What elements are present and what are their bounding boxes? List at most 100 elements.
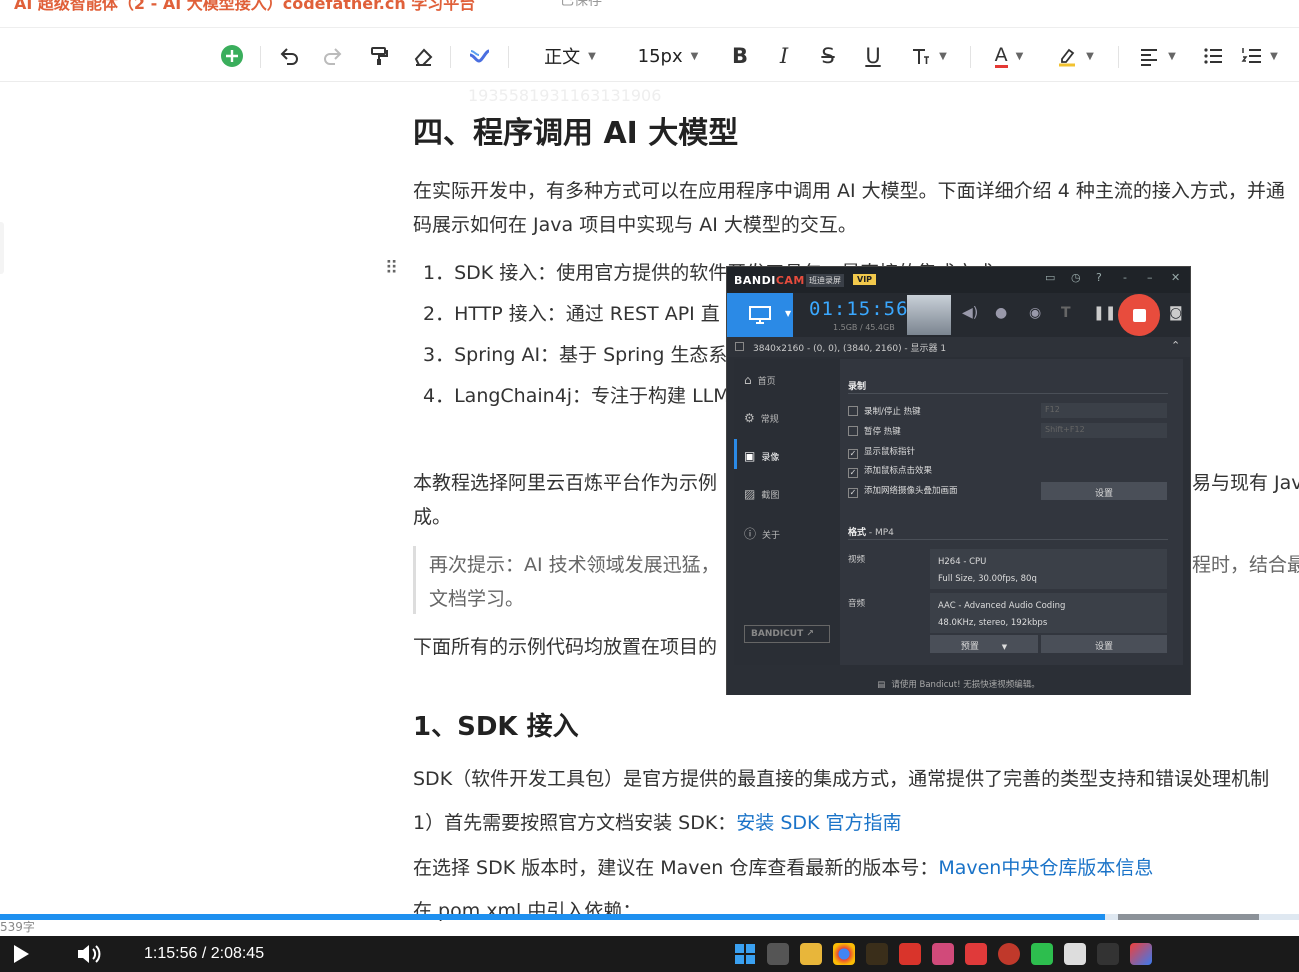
checkbox-record-hotkey[interactable]: 录制/停止 热键 (848, 405, 921, 417)
checkbox-show-cursor[interactable]: ✓ 显示鼠标指针 (848, 445, 915, 459)
intellij-icon[interactable] (1130, 943, 1152, 965)
heading-1: 四、程序调用 AI 大模型 (413, 116, 739, 151)
paragraph: 本教程选择阿里云百炼平台作为示例 (413, 472, 718, 494)
video-progress-bar[interactable] (0, 914, 1299, 920)
paragraph: 在 pom.xml 中引入依赖： (413, 900, 642, 922)
add-icon[interactable] (218, 40, 246, 72)
webcam-icon[interactable]: ◉ (1029, 305, 1041, 321)
doc-title-strip: AI 超级智能体（2 - AI 大模型接入）codefather.cn 学习平台… (0, 0, 1299, 28)
side-tab[interactable] (0, 222, 4, 274)
windows-start-icon[interactable] (734, 943, 756, 965)
nav-general[interactable]: ⚙ 常规 (744, 411, 779, 425)
stop-record-button[interactable] (1118, 294, 1160, 336)
app-icon[interactable] (965, 943, 987, 965)
paragraph-style-select[interactable]: 正文 ▼ (530, 40, 610, 72)
bullet-list-icon[interactable] (1200, 40, 1226, 72)
nav-about[interactable]: ⓘ 关于 (744, 525, 780, 542)
folder-icon[interactable]: ▭ (1045, 271, 1055, 284)
strikethrough-button[interactable]: S (816, 40, 840, 72)
bandicam-control-bar: ▼ 01:15:56 1.5GB / 45.4GB ◀) ● ◉ T ❚❚ ◙ (727, 293, 1190, 337)
quote-text: 再次提示：AI 技术领域发展迅猛， (429, 554, 720, 576)
vip-badge: VIP (853, 274, 877, 285)
minimize-icon[interactable]: – (1147, 271, 1153, 284)
gear-icon: ⚙ (744, 411, 755, 425)
screen-mode-icon[interactable] (727, 293, 793, 337)
close-icon[interactable]: ✕ (1171, 271, 1180, 284)
italic-button[interactable]: I (772, 40, 796, 72)
text-overlay-icon[interactable]: T (1061, 305, 1071, 321)
pause-icon[interactable]: ❚❚ (1093, 305, 1116, 321)
chevron-down-icon[interactable]: ▼ (785, 309, 791, 318)
hotkey-field[interactable]: F12 (1041, 403, 1167, 418)
video-time: 1:15:56 / 2:08:45 (144, 945, 265, 962)
file-explorer-icon[interactable] (800, 943, 822, 965)
text-size-icon[interactable]: ▼ (905, 40, 951, 72)
record-timer: 01:15:56 (809, 298, 909, 320)
nav-home[interactable]: ⌂ 首页 (744, 373, 776, 387)
typora-icon[interactable] (1064, 943, 1086, 965)
drag-handle-icon[interactable]: ⠿ (385, 258, 398, 279)
clock-icon[interactable]: ◷ (1071, 271, 1081, 284)
bandicam-taskbar-icon[interactable] (998, 943, 1020, 965)
bandicam-footer[interactable]: ▤ 请使用 Bandicut! 无损快速视频编辑。 (727, 671, 1190, 695)
eraser-icon[interactable] (410, 40, 436, 72)
region-icon (735, 342, 744, 351)
ai-brand-icon[interactable] (466, 40, 492, 72)
list-item: 3．Spring AI：基于 Spring 生态系 (423, 344, 728, 366)
camera-icon[interactable]: ◙ (1169, 305, 1183, 321)
paragraph: 成。 (413, 506, 452, 528)
highlight-icon[interactable]: ▼ (1052, 40, 1098, 72)
numbered-list-icon[interactable]: ▼ (1236, 40, 1282, 72)
app-icon[interactable] (899, 943, 921, 965)
app-window: AI 超级智能体（2 - AI 大模型接入）codefather.cn 学习平台… (0, 0, 1299, 972)
mic-icon[interactable]: ● (995, 305, 1007, 321)
video-icon: ▣ (744, 449, 756, 463)
audio-label: 音频 (848, 599, 866, 609)
buffer-fill (1118, 914, 1259, 920)
checkbox-pause-hotkey[interactable]: 暂停 热键 (848, 425, 901, 437)
checkbox-webcam-overlay[interactable]: ✓ 添加网络摄像头叠加画面 (848, 484, 958, 498)
app-icon[interactable] (932, 943, 954, 965)
chevron-down-icon: ▼ (588, 50, 596, 62)
sdk-guide-link[interactable]: 安装 SDK 官方指南 (736, 812, 901, 834)
nav-video[interactable]: ▣ 录像 (744, 449, 779, 463)
video-player-controls: 1:15:56 / 2:08:45 (0, 936, 1299, 972)
resolution-bar[interactable]: 3840x2160 - (0, 0), (3840, 2160) - 显示器 1… (727, 337, 1190, 357)
app-icon[interactable] (1097, 943, 1119, 965)
bandicam-body: ⌂ 首页 ⚙ 常规 ▣ 录像 ▨ 截图 ⓘ 关于 BANDICUT ↗ 录制 录制/停止 … (734, 359, 1183, 665)
info-icon: ⓘ (744, 527, 757, 541)
volume-icon[interactable] (76, 943, 104, 969)
settings-button[interactable]: 设置 (1041, 482, 1167, 500)
bandicam-logo: BANDICAM (734, 274, 805, 287)
format-settings-button[interactable]: 设置 (1041, 635, 1167, 653)
checkbox-click-effect[interactable]: ✓ 添加鼠标点击效果 (848, 464, 932, 478)
help-icon[interactable]: ? (1096, 271, 1102, 284)
chrome-icon[interactable] (833, 943, 855, 965)
preset-button[interactable]: 预置 ▼ (930, 635, 1038, 653)
bandicam-titlebar[interactable]: BANDICAM 班迪录屏 VIP ▭ ◷ ? - – ✕ (727, 267, 1190, 293)
underline-button[interactable]: U (861, 40, 885, 72)
collapse-icon[interactable]: - (1123, 271, 1127, 284)
bandicam-window[interactable]: BANDICAM 班迪录屏 VIP ▭ ◷ ? - – ✕ ▼ 01:15:56… (726, 266, 1191, 695)
font-size-select[interactable]: 15px ▼ (628, 40, 708, 72)
font-color-icon[interactable]: A ▼ (986, 40, 1032, 72)
undo-icon[interactable] (276, 40, 302, 72)
align-icon[interactable]: ▼ (1134, 40, 1180, 72)
bandicut-button[interactable]: BANDICUT ↗ (744, 625, 830, 643)
nav-image[interactable]: ▨ 截图 (744, 487, 779, 501)
paragraph: 在选择 SDK 版本时，建议在 Maven 仓库查看最新的版本号：Maven中央… (413, 857, 1154, 879)
bold-button[interactable]: B (728, 40, 752, 72)
audio-format-box: AAC - Advanced Audio Coding 48.0KHz, ster… (930, 593, 1167, 633)
speaker-icon[interactable]: ◀) (962, 305, 978, 321)
quote-text: 文档学习。 (429, 588, 525, 610)
play-icon[interactable] (12, 944, 30, 968)
app-icon[interactable] (866, 943, 888, 965)
doc-title[interactable]: AI 超级智能体（2 - AI 大模型接入）codefather.cn 学习平台 (14, 0, 475, 14)
wechat-icon[interactable] (1031, 943, 1053, 965)
hotkey-field[interactable]: Shift+F12 (1041, 423, 1167, 438)
maven-link[interactable]: Maven中央仓库版本信息 (938, 857, 1153, 879)
format-painter-icon[interactable] (366, 40, 392, 72)
redo-icon[interactable] (320, 40, 346, 72)
chevron-up-icon[interactable]: ⌃ (1171, 339, 1180, 352)
task-view-icon[interactable] (767, 943, 789, 965)
